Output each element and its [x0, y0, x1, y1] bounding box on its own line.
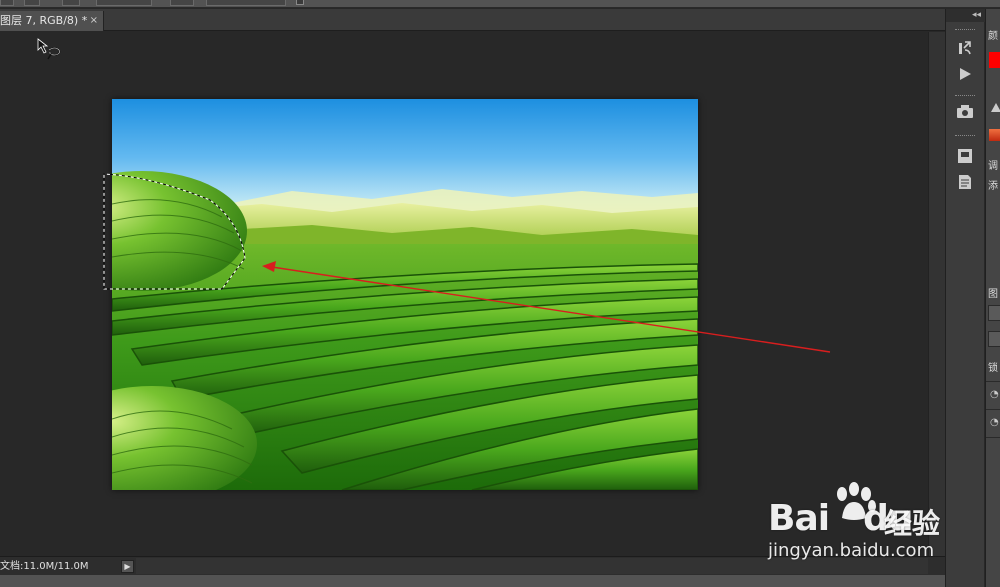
document-tab[interactable]: 图层 7, RGB/8) * × [0, 11, 104, 31]
notes-icon[interactable] [954, 171, 976, 193]
properties-icon[interactable] [954, 145, 976, 167]
options-bar [0, 0, 1000, 8]
close-icon[interactable]: × [90, 11, 98, 31]
gradient-swatch[interactable] [989, 129, 1000, 141]
add-adjustment-label: 添 [988, 181, 998, 192]
options-checkbox[interactable] [296, 0, 304, 5]
adjustments-panel-label[interactable]: 调 [988, 157, 998, 172]
document-tab-title: 图层 7, RGB/8) * [0, 14, 88, 27]
clone-source-icon[interactable] [954, 101, 976, 123]
lasso-cursor-icon [37, 38, 61, 60]
panel-grip[interactable] [955, 29, 975, 31]
color-panel-label[interactable]: 颜 [988, 27, 998, 42]
document-tab-strip: 图层 7, RGB/8) * × [0, 9, 945, 31]
tea-plantation-photo [112, 99, 698, 490]
collapse-panels-icon[interactable]: ◂◂ [946, 9, 985, 22]
blend-mode-dropdown[interactable] [988, 331, 1000, 347]
document-size-info[interactable]: 文档:11.0M/11.0M [0, 560, 119, 574]
options-field-1[interactable] [96, 0, 152, 6]
vertical-scrollbar[interactable] [928, 32, 945, 556]
watermark-url: jingyan.baidu.com [768, 540, 935, 561]
layers-panel-label[interactable]: 图 [988, 285, 998, 300]
options-dropdown-2[interactable] [24, 0, 40, 6]
bottom-panel-strip [0, 575, 945, 587]
panel-icon-column: ◂◂ [945, 9, 985, 587]
options-dropdown-4[interactable] [170, 0, 194, 6]
actions-play-icon[interactable] [954, 63, 976, 85]
options-field-2[interactable] [206, 0, 286, 6]
baidu-jingyan-watermark: Bai du 经验 jingyan.baidu.com [768, 482, 948, 570]
layer-filter-search-icon[interactable] [988, 305, 1000, 321]
options-dropdown-3[interactable] [62, 0, 80, 6]
panel-grip[interactable] [955, 95, 975, 97]
visibility-eye-icon[interactable]: ◔ [990, 389, 999, 400]
status-menu-button[interactable]: ▶ [121, 560, 134, 573]
panel-grip[interactable] [955, 135, 975, 137]
play-icon: ▶ [124, 562, 131, 571]
lock-label: 锁 [988, 363, 998, 374]
visibility-eye-icon[interactable]: ◔ [990, 417, 999, 428]
watermark-jingyan-text: 经验 [884, 507, 941, 540]
options-dropdown-1[interactable] [0, 0, 14, 6]
tea-plantation-image[interactable] [112, 99, 698, 490]
photoshop-window: 图层 7, RGB/8) * × 文档:11.0M/11.0M ▶ ◂◂ 颜 调… [0, 0, 1000, 587]
panels-dock: 颜 调 添 图 锁 ◔ ◔ [985, 9, 1000, 587]
foreground-color-swatch[interactable] [989, 52, 1000, 68]
history-icon[interactable] [954, 37, 976, 59]
triangle-icon [991, 103, 1000, 112]
